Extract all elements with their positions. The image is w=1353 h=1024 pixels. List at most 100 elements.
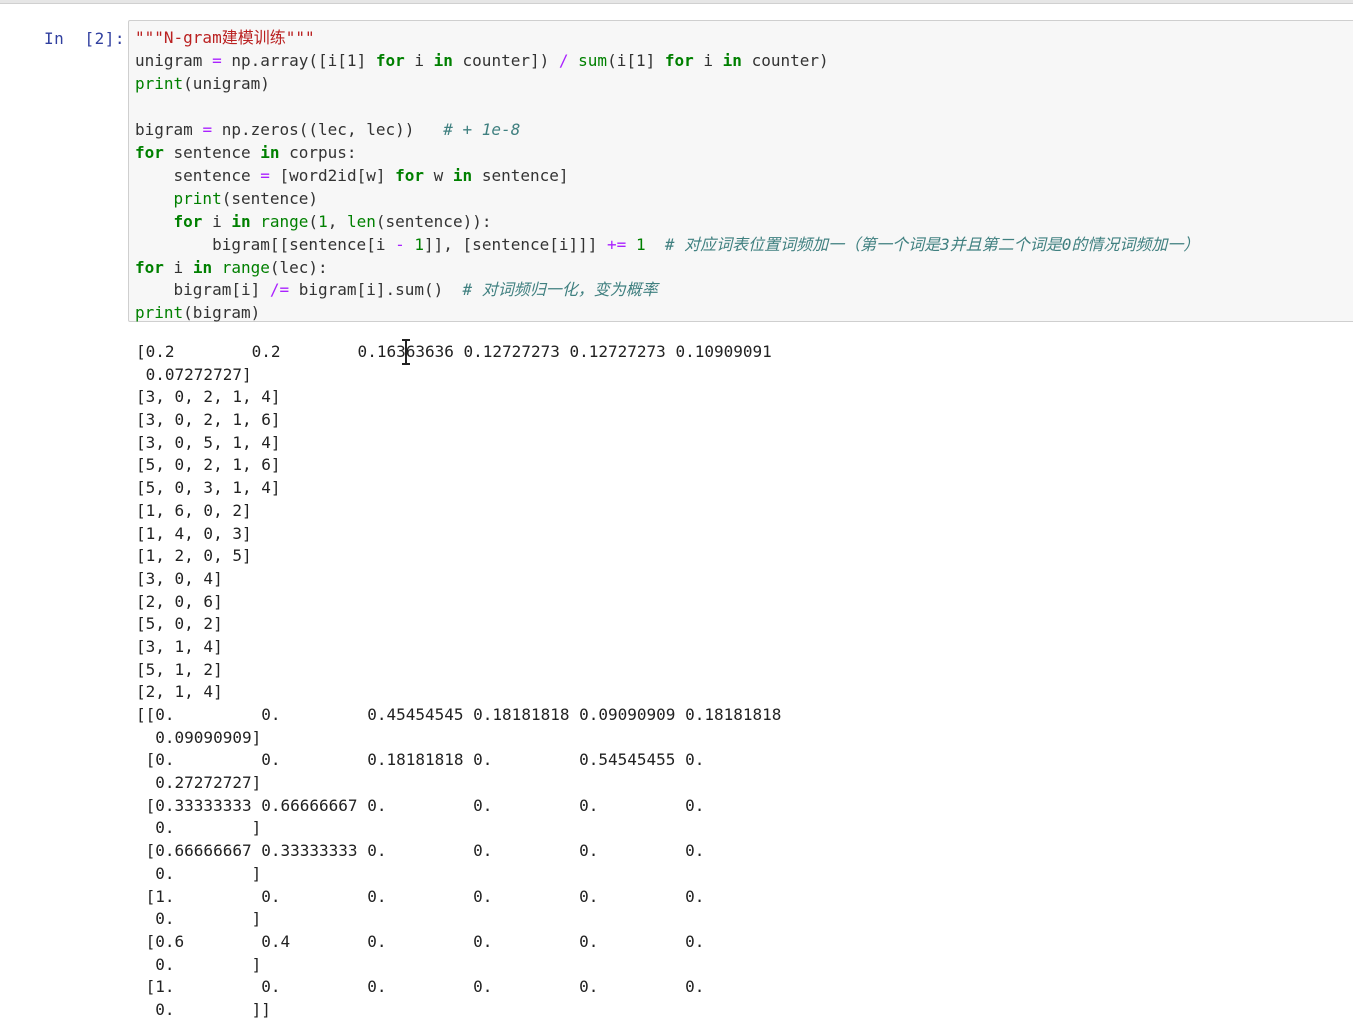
output-line: [1, 4, 0, 3] <box>136 523 252 543</box>
code-keyword: in <box>192 258 213 277</box>
output-line: [1. 0. 0. 0. 0. 0. <box>136 886 705 906</box>
output-line: [3, 0, 2, 1, 6] <box>136 410 281 430</box>
code-token: bigram <box>135 120 203 139</box>
code-line-13[interactable]: print(bigram) <box>135 302 260 324</box>
output-line: 0.07272727] <box>136 364 252 384</box>
code-operator: = <box>212 51 222 70</box>
code-keyword: for <box>664 51 694 70</box>
output-line: [3, 0, 2, 1, 4] <box>136 387 281 407</box>
code-line-3[interactable]: print(unigram) <box>135 73 270 95</box>
output-line: [2, 0, 6] <box>136 591 223 611</box>
code-line-9[interactable]: for i in range(1, len(sentence)): <box>135 211 492 233</box>
code-token: w <box>424 166 453 185</box>
code-operator: / <box>558 51 569 70</box>
output-line: 0. ] <box>136 863 262 883</box>
output-line: [1, 6, 0, 2] <box>136 500 252 520</box>
code-keyword: for <box>135 258 164 277</box>
code-token: corpus: <box>279 143 357 162</box>
output-line: 0. ] <box>136 954 262 974</box>
code-keyword: for <box>375 51 405 70</box>
code-token: sentence <box>135 166 261 185</box>
output-line: [3, 0, 4] <box>136 568 223 588</box>
code-line-1[interactable]: """N-gram建模训练""" <box>135 27 315 49</box>
code-token: (lec): <box>269 258 328 277</box>
code-comment: # + 1e-8 <box>443 120 521 139</box>
code-line-2[interactable]: unigram = np.array([i[1] for i in counte… <box>135 50 829 72</box>
code-operator: = <box>260 166 270 185</box>
code-keyword: in <box>231 212 251 231</box>
code-number: 1 <box>635 235 646 254</box>
code-token: (i[1] <box>607 51 665 70</box>
code-token: (sentence) <box>221 189 319 208</box>
code-token: counter) <box>741 51 829 70</box>
output-line: [5, 1, 2] <box>136 659 223 679</box>
code-token: sentence] <box>472 166 569 185</box>
code-token: (unigram) <box>183 74 270 93</box>
code-line-10[interactable]: bigram[[sentence[i - 1]], [sentence[i]]]… <box>135 234 1199 256</box>
output-line: 0. ] <box>136 818 262 838</box>
text-cursor-icon <box>402 339 410 365</box>
notebook-top-border <box>0 0 1353 4</box>
code-builtin: sum <box>578 51 608 70</box>
output-line: [5, 0, 3, 1, 4] <box>136 478 281 498</box>
code-builtin: print <box>135 74 184 93</box>
code-number: 1 <box>318 212 328 231</box>
code-keyword: for <box>395 166 425 185</box>
output-line: 0.27272727] <box>136 773 262 793</box>
code-token: np.array([i[1] <box>221 51 376 70</box>
code-operator: - <box>395 235 405 254</box>
code-builtin: print <box>173 189 222 208</box>
code-line-11[interactable]: for i in range(lec): <box>135 257 328 279</box>
output-line: 0. ] <box>136 909 262 929</box>
code-line-12[interactable]: bigram[i] /= bigram[i].sum() # 对词频归一化，变为… <box>135 279 658 301</box>
input-prompt: In [2]: <box>44 29 126 48</box>
output-line: [0.6 0.4 0. 0. 0. 0. <box>136 931 705 951</box>
code-token: bigram[i].sum() <box>289 280 463 299</box>
code-token: (bigram) <box>183 303 261 322</box>
code-line-6[interactable]: for sentence in corpus: <box>135 142 357 164</box>
output-line: [0.2 0.2 0.16363636 0.12727273 0.1272727… <box>136 342 772 361</box>
code-keyword: in <box>433 51 453 70</box>
output-line: [2, 1, 4] <box>136 682 223 702</box>
code-token: ( <box>308 212 319 231</box>
code-keyword: in <box>452 166 473 185</box>
code-line-7[interactable]: sentence = [word2id[w] for w in sentence… <box>135 165 569 187</box>
code-number: 1 <box>414 235 425 254</box>
code-token: [word2id[w] <box>269 166 396 185</box>
code-token: i <box>163 258 193 277</box>
output-line: 0.09090909] <box>136 727 262 747</box>
code-operator: += <box>607 235 627 254</box>
output-line: [1, 2, 0, 5] <box>136 546 252 566</box>
cell-output: [0.2 0.2 0.16363636 0.12727273 0.1272727… <box>136 341 1336 1022</box>
output-line: [0. 0. 0.18181818 0. 0.54545455 0. <box>136 750 705 770</box>
code-operator: = <box>202 120 213 139</box>
output-line: [3, 1, 4] <box>136 636 223 656</box>
output-line: [1. 0. 0. 0. 0. 0. <box>136 977 705 997</box>
code-comment: # 对应词表位置词频加一（第一个词是3并且第二个词是0的情况词频加一） <box>664 235 1200 254</box>
code-comment: # 对词频归一化，变为概率 <box>462 280 658 299</box>
code-cell[interactable]: In [2]: """N-gram建模训练""" unigram = np.ar… <box>0 10 1353 1024</box>
code-token: i <box>404 51 434 70</box>
code-line-8[interactable]: print(sentence) <box>135 188 319 210</box>
code-line-5[interactable]: bigram = np.zeros((lec, lec)) # + 1e-8 <box>135 119 520 141</box>
code-builtin: print <box>135 303 184 322</box>
output-line: [0.66666667 0.33333333 0. 0. 0. 0. <box>136 841 705 861</box>
code-token: np.zeros((lec, lec)) <box>212 120 444 139</box>
code-token: counter]) <box>452 51 559 70</box>
code-token: i <box>202 212 232 231</box>
code-token: sentence <box>163 143 261 162</box>
code-editor[interactable]: """N-gram建模训练""" unigram = np.array([i[1… <box>128 20 1353 322</box>
code-token: bigram[[sentence[i <box>135 235 396 254</box>
code-token: unigram <box>135 51 213 70</box>
code-builtin: len <box>346 212 376 231</box>
output-line: [3, 0, 5, 1, 4] <box>136 432 281 452</box>
code-token: i <box>693 51 723 70</box>
output-line: [0.33333333 0.66666667 0. 0. 0. 0. <box>136 795 705 815</box>
code-keyword: for <box>135 143 164 162</box>
